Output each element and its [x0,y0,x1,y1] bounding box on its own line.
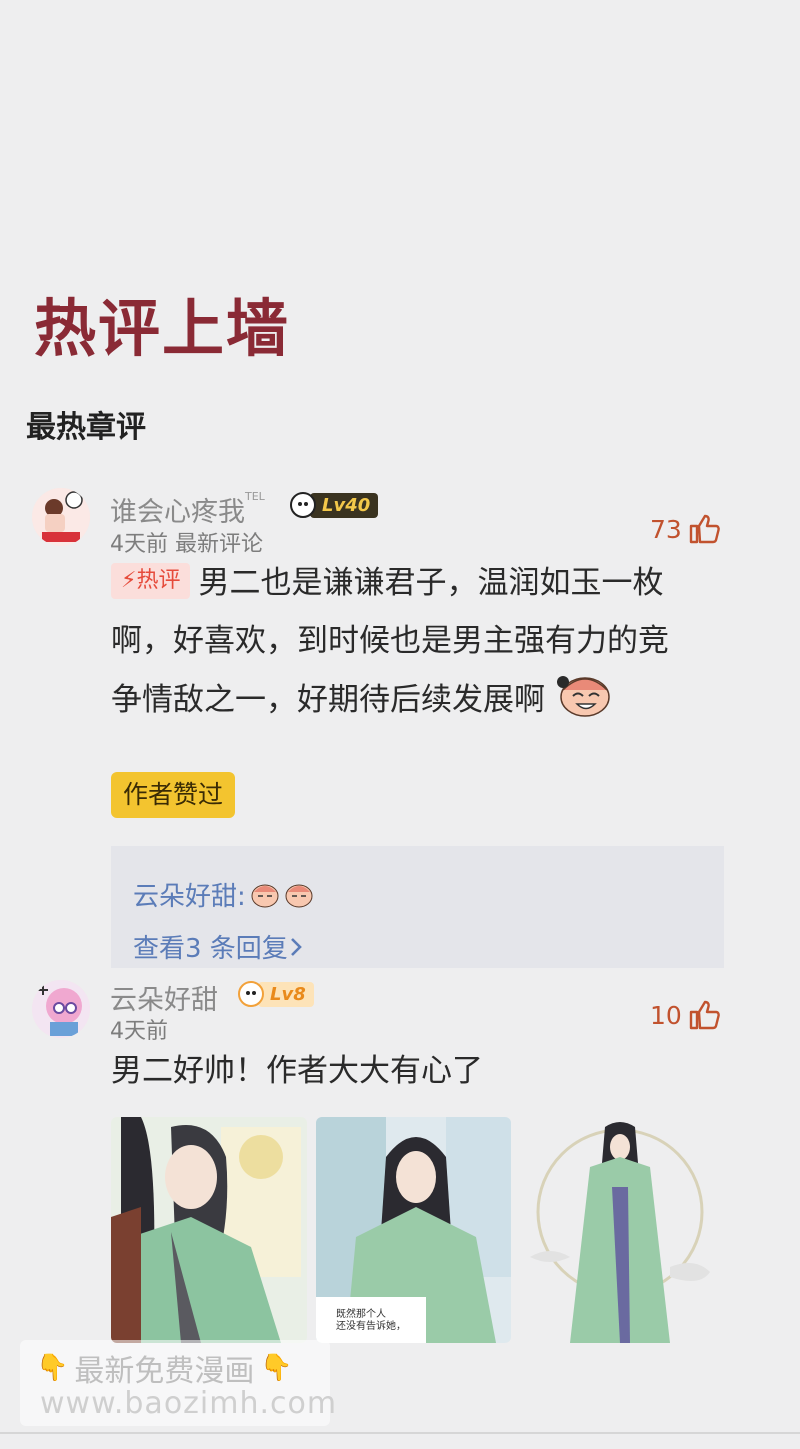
image-caption: 既然那个人 还没有告诉她， [336,1309,406,1332]
reply-preview[interactable]: 云朵好甜: [133,876,314,913]
comment-image[interactable] [520,1117,724,1343]
reply-username: 云朵好甜: [133,882,246,912]
hot-comments-heading: 最热章评 [26,410,146,445]
comment-username[interactable]: 云朵好甜 [110,978,218,1017]
comment-line: 啊，好喜欢，到时候也是男主强有力的竞 [111,623,669,659]
divider [0,1432,800,1434]
watermark-url: www.baozimh.com [40,1386,338,1421]
comment-image[interactable]: 既然那个人 还没有告诉她， [316,1117,511,1343]
section-title: 热评上墙 [34,292,291,365]
comment-meta: 4天前 [110,1019,168,1044]
comment-body: ⚡热评 男二也是谦谦君子，温润如玉一枚 啊，好喜欢，到时候也是男主强有力的竞 争情… [111,554,731,729]
level-face-icon [290,492,316,518]
author-liked-badge: 作者赞过 [111,772,236,818]
hot-tag: ⚡热评 [111,563,191,599]
emoji-icon [251,884,279,907]
watermark-banner[interactable]: 👇 最新免费漫画 👇 www.baozimh.com [20,1340,336,1426]
like-button[interactable]: 73 [650,514,722,544]
comment-username[interactable]: 谁会心疼我TEL [110,490,265,529]
view-replies-link[interactable]: 查看3 条回复 [133,928,304,965]
laughing-emoji-icon [556,676,610,717]
emoji-icon [285,884,313,907]
level-badge: Lv40 [290,491,379,519]
username-suffix: TEL [245,490,265,503]
thumbs-up-icon [689,514,720,544]
comment-line: ⚡热评 男二也是谦谦君子，温润如玉一枚 [111,554,731,612]
like-count: 10 [650,1000,682,1030]
thumbs-up-icon [689,1000,720,1030]
comment-image[interactable] [111,1117,307,1343]
level-badge: Lv8 [238,980,314,1008]
pointing-down-icon: 👇 [260,1353,293,1383]
like-count: 73 [650,514,682,544]
avatar[interactable] [32,980,90,1038]
watermark-line: 👇 最新免费漫画 👇 [36,1353,293,1389]
like-button[interactable]: 10 [650,1000,722,1030]
level-face-icon [238,981,264,1007]
avatar[interactable] [32,488,90,546]
comment-body: 男二好帅！作者大大有心了 [111,1053,483,1089]
chevron-right-icon [290,937,302,956]
pointing-down-icon: 👇 [36,1353,69,1383]
reply-preview-box[interactable]: 云朵好甜: 查看3 条回复 [111,846,724,968]
comment-line: 争情敌之一，好期待后续发展啊 [111,670,731,729]
